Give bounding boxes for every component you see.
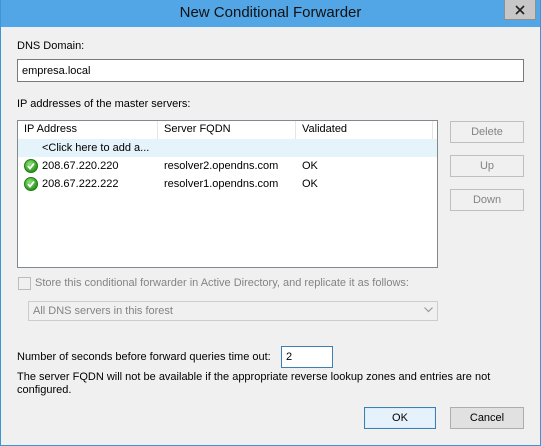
replication-scope-value: All DNS servers in this forest — [33, 305, 173, 317]
master-servers-label: IP addresses of the master servers: — [17, 98, 191, 110]
dialog-body: DNS Domain: empresa.local IP addresses o… — [1, 27, 540, 445]
ip-address: 208.67.220.220 — [42, 160, 119, 172]
title-bar[interactable]: New Conditional Forwarder — [1, 0, 540, 27]
server-fqdn: resolver2.opendns.com — [164, 160, 279, 172]
up-button[interactable]: Up — [450, 155, 524, 177]
validated-status: OK — [302, 178, 318, 190]
dns-domain-value: empresa.local — [22, 64, 91, 77]
server-fqdn: resolver1.opendns.com — [164, 178, 279, 190]
dialog-title: New Conditional Forwarder — [179, 4, 362, 21]
store-in-ad-label: Store this conditional forwarder in Acti… — [35, 277, 409, 289]
chevron-down-icon — [424, 307, 433, 313]
table-row[interactable]: 208.67.220.220 resolver2.opendns.com OK — [18, 157, 437, 175]
dns-domain-input[interactable]: empresa.local — [17, 59, 524, 82]
timeout-label: Number of seconds before forward queries… — [17, 351, 271, 363]
delete-button[interactable]: Delete — [450, 121, 524, 143]
dialog-window: New Conditional Forwarder DNS Domain: em… — [0, 0, 541, 446]
column-header-validated[interactable]: Validated — [296, 121, 433, 139]
timeout-input[interactable]: 2 — [281, 346, 333, 368]
validated-status: OK — [302, 160, 318, 172]
down-button[interactable]: Down — [450, 189, 524, 211]
close-button[interactable] — [504, 0, 536, 20]
cancel-button[interactable]: Cancel — [450, 407, 524, 429]
table-row[interactable]: 208.67.222.222 resolver1.opendns.com OK — [18, 175, 437, 193]
dns-domain-label: DNS Domain: — [17, 40, 85, 52]
close-icon — [515, 4, 525, 15]
replication-scope-select[interactable]: All DNS servers in this forest — [28, 301, 438, 321]
ok-button[interactable]: OK — [364, 407, 436, 429]
column-header-fqdn[interactable]: Server FQDN — [158, 121, 296, 139]
column-header-ip[interactable]: IP Address — [18, 121, 158, 139]
store-in-ad-checkbox[interactable] — [18, 277, 31, 290]
fqdn-note: The server FQDN will not be available if… — [17, 371, 491, 396]
list-header: IP Address Server FQDN Validated — [18, 121, 437, 139]
timeout-value: 2 — [286, 351, 293, 363]
add-placeholder: <Click here to add a... — [42, 142, 150, 154]
check-circle-icon — [24, 177, 38, 191]
ip-address: 208.67.222.222 — [42, 178, 119, 190]
master-servers-list[interactable]: IP Address Server FQDN Validated <Click … — [17, 120, 438, 268]
check-circle-icon — [24, 159, 38, 173]
list-item-add[interactable]: <Click here to add a... — [18, 139, 437, 157]
